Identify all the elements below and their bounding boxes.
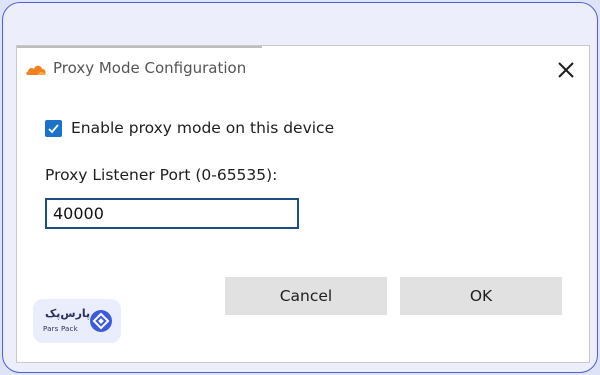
cancel-button[interactable]: Cancel bbox=[225, 277, 387, 315]
port-label: Proxy Listener Port (0-65535): bbox=[45, 166, 278, 184]
parspack-watermark: پارس‌پک Pars Pack bbox=[33, 299, 121, 343]
title-bar-divider bbox=[17, 46, 262, 48]
enable-proxy-checkbox[interactable] bbox=[45, 119, 62, 137]
enable-proxy-label[interactable]: Enable proxy mode on this device bbox=[71, 119, 334, 137]
screenshot-frame: Proxy Mode Configuration Enable proxy mo… bbox=[2, 2, 598, 373]
ok-button[interactable]: OK bbox=[400, 277, 562, 315]
parspack-logo-icon bbox=[90, 310, 112, 332]
proxy-config-dialog: Proxy Mode Configuration Enable proxy mo… bbox=[16, 45, 590, 363]
cloudflare-cloud-icon bbox=[26, 65, 46, 75]
close-icon[interactable] bbox=[555, 59, 577, 81]
enable-proxy-row: Enable proxy mode on this device bbox=[45, 119, 334, 137]
watermark-name-fa: پارس‌پک bbox=[45, 307, 91, 320]
watermark-name-en: Pars Pack bbox=[43, 325, 78, 333]
dialog-title: Proxy Mode Configuration bbox=[53, 59, 247, 77]
checkmark-icon bbox=[48, 123, 59, 133]
port-input[interactable] bbox=[45, 198, 299, 229]
